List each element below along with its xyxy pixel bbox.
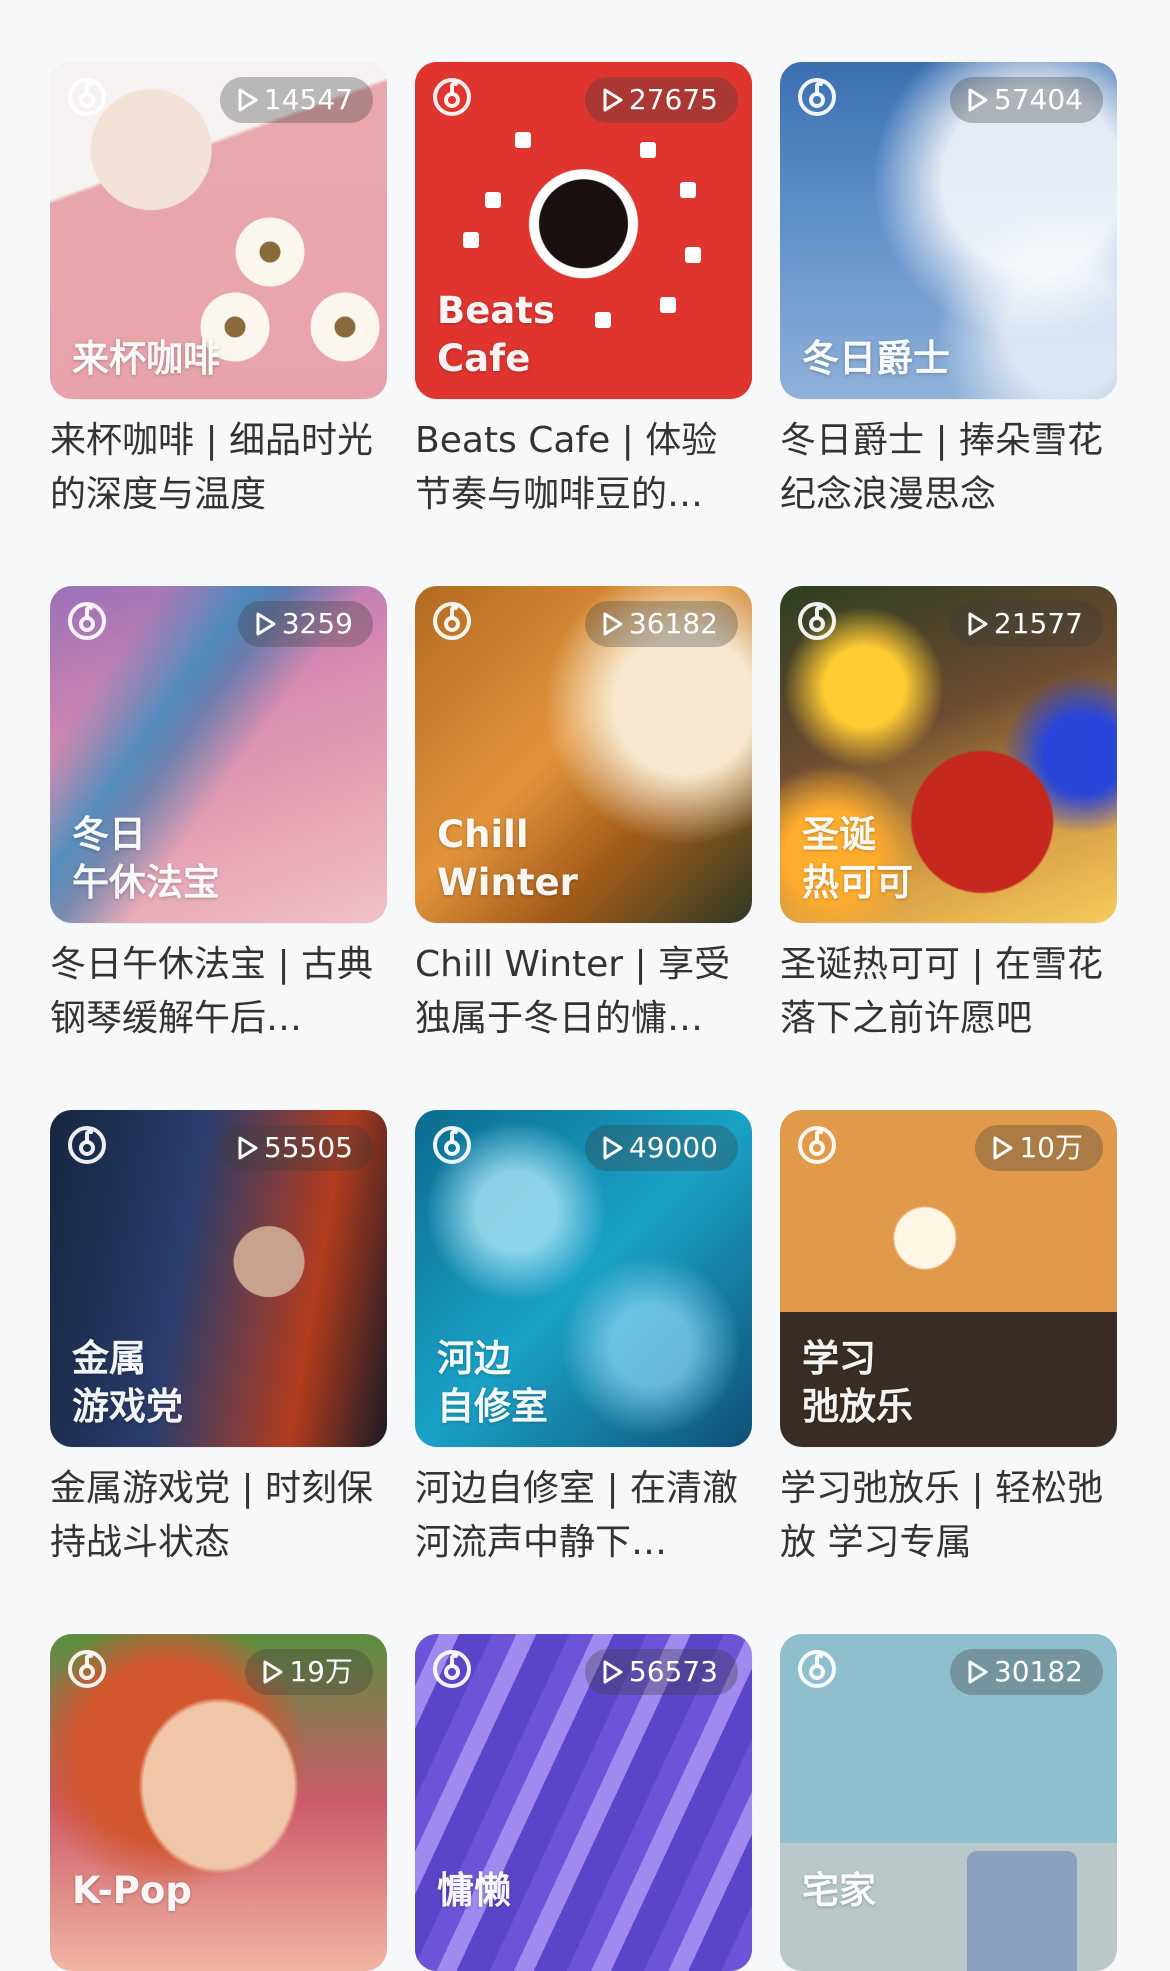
play-icon — [238, 1136, 258, 1160]
play-icon — [993, 1136, 1013, 1160]
netease-cloud-music-icon — [68, 1650, 106, 1688]
playlist-cover[interactable]: 57404 冬日爵士 — [780, 62, 1117, 399]
playlist-caption[interactable]: 圣诞热可可 | 在雪花落下之前许愿吧 — [780, 938, 1117, 1046]
play-icon — [968, 1660, 988, 1684]
netease-cloud-music-icon — [433, 602, 471, 640]
play-count: 10万 — [1019, 1131, 1083, 1164]
cover-title: Beats Cafe — [437, 289, 555, 380]
play-count: 21577 — [993, 607, 1083, 640]
netease-cloud-music-icon — [68, 1126, 106, 1164]
playlist-cover[interactable]: 19万 K-Pop — [50, 1634, 387, 1971]
cover-title: 冬日爵士 — [802, 337, 950, 380]
playlist-caption[interactable]: 冬日午休法宝 | 古典钢琴缓解午后… — [50, 938, 387, 1046]
playlist-cover[interactable]: 3259 冬日 午休法宝 — [50, 586, 387, 923]
netease-cloud-music-icon — [433, 78, 471, 116]
play-icon — [238, 88, 258, 112]
playlist-grid: 14547 来杯咖啡 来杯咖啡 | 细品时光的深度与温度 27675 Beats… — [0, 0, 1170, 1971]
playlist-card[interactable]: 14547 来杯咖啡 来杯咖啡 | 细品时光的深度与温度 — [50, 62, 387, 522]
play-count-badge: 57404 — [949, 77, 1103, 123]
playlist-cover[interactable]: 36182 Chill Winter — [415, 586, 752, 923]
play-count-badge: 36182 — [584, 601, 738, 647]
cover-title: 圣诞 热可可 — [802, 813, 913, 904]
play-count-badge: 49000 — [584, 1125, 738, 1171]
play-count-badge: 19万 — [245, 1649, 373, 1695]
cover-title: 冬日 午休法宝 — [72, 813, 220, 904]
play-count-badge: 10万 — [975, 1125, 1103, 1171]
cover-title: 河边 自修室 — [437, 1337, 548, 1428]
playlist-card[interactable]: 49000 河边 自修室 河边自修室 | 在清澈河流声中静下… — [415, 1110, 752, 1570]
playlist-card[interactable]: 30182 宅家 — [780, 1634, 1117, 1971]
playlist-card[interactable]: 56573 慵懒 — [415, 1634, 752, 1971]
play-count-badge: 55505 — [219, 1125, 373, 1171]
cover-title: 学习 弛放乐 — [802, 1337, 913, 1428]
cover-title: 慵懒 — [437, 1869, 511, 1912]
play-count: 36182 — [628, 607, 718, 640]
play-icon — [603, 1136, 623, 1160]
netease-cloud-music-icon — [433, 1126, 471, 1164]
playlist-caption[interactable]: 来杯咖啡 | 细品时光的深度与温度 — [50, 414, 387, 522]
playlist-card[interactable]: 10万 学习 弛放乐 学习弛放乐 | 轻松弛放 学习专属 — [780, 1110, 1117, 1570]
play-icon — [256, 612, 276, 636]
playlist-cover[interactable]: 30182 宅家 — [780, 1634, 1117, 1971]
play-count-badge: 21577 — [949, 601, 1103, 647]
play-count-badge: 3259 — [237, 601, 373, 647]
playlist-cover[interactable]: 21577 圣诞 热可可 — [780, 586, 1117, 923]
playlist-cover[interactable]: 14547 来杯咖啡 — [50, 62, 387, 399]
playlist-card[interactable]: 36182 Chill Winter Chill Winter | 享受独属于冬… — [415, 586, 752, 1046]
playlist-card[interactable]: 27675 Beats Cafe Beats Cafe | 体验节奏与咖啡豆的… — [415, 62, 752, 522]
play-count: 57404 — [993, 83, 1083, 116]
playlist-card[interactable]: 55505 金属 游戏党 金属游戏党 | 时刻保持战斗状态 — [50, 1110, 387, 1570]
cover-title: 金属 游戏党 — [72, 1337, 183, 1428]
netease-cloud-music-icon — [798, 78, 836, 116]
netease-cloud-music-icon — [68, 78, 106, 116]
playlist-cover[interactable]: 55505 金属 游戏党 — [50, 1110, 387, 1447]
playlist-caption[interactable]: 学习弛放乐 | 轻松弛放 学习专属 — [780, 1462, 1117, 1570]
netease-cloud-music-icon — [433, 1650, 471, 1688]
playlist-caption[interactable]: Beats Cafe | 体验节奏与咖啡豆的… — [415, 414, 752, 522]
playlist-card[interactable]: 21577 圣诞 热可可 圣诞热可可 | 在雪花落下之前许愿吧 — [780, 586, 1117, 1046]
playlist-cover[interactable]: 49000 河边 自修室 — [415, 1110, 752, 1447]
play-count: 19万 — [289, 1655, 353, 1688]
play-count-badge: 56573 — [584, 1649, 738, 1695]
playlist-caption[interactable]: 金属游戏党 | 时刻保持战斗状态 — [50, 1462, 387, 1570]
playlist-caption[interactable]: 冬日爵士 | 捧朵雪花纪念浪漫思念 — [780, 414, 1117, 522]
play-count-badge: 27675 — [584, 77, 738, 123]
playlist-caption[interactable]: 河边自修室 | 在清澈河流声中静下… — [415, 1462, 752, 1570]
netease-cloud-music-icon — [798, 602, 836, 640]
play-count-badge: 30182 — [949, 1649, 1103, 1695]
playlist-card[interactable]: 19万 K-Pop — [50, 1634, 387, 1971]
play-count: 56573 — [628, 1655, 718, 1688]
play-icon — [263, 1660, 283, 1684]
play-count: 3259 — [281, 607, 353, 640]
cover-title: K-Pop — [72, 1869, 192, 1912]
play-count-badge: 14547 — [219, 77, 373, 123]
play-icon — [603, 88, 623, 112]
play-count: 49000 — [628, 1131, 718, 1164]
play-count: 27675 — [628, 83, 718, 116]
play-icon — [968, 612, 988, 636]
netease-cloud-music-icon — [68, 602, 106, 640]
play-icon — [603, 1660, 623, 1684]
cover-title: 宅家 — [802, 1869, 876, 1912]
playlist-cover[interactable]: 10万 学习 弛放乐 — [780, 1110, 1117, 1447]
play-count: 14547 — [263, 83, 353, 116]
play-count: 55505 — [263, 1131, 353, 1164]
playlist-cover[interactable]: 56573 慵懒 — [415, 1634, 752, 1971]
playlist-caption[interactable]: Chill Winter | 享受独属于冬日的慵… — [415, 938, 752, 1046]
playlist-cover[interactable]: 27675 Beats Cafe — [415, 62, 752, 399]
cover-title: 来杯咖啡 — [72, 337, 220, 380]
play-count: 30182 — [993, 1655, 1083, 1688]
netease-cloud-music-icon — [798, 1650, 836, 1688]
play-icon — [968, 88, 988, 112]
playlist-card[interactable]: 3259 冬日 午休法宝 冬日午休法宝 | 古典钢琴缓解午后… — [50, 586, 387, 1046]
playlist-card[interactable]: 57404 冬日爵士 冬日爵士 | 捧朵雪花纪念浪漫思念 — [780, 62, 1117, 522]
cover-title: Chill Winter — [437, 813, 578, 904]
play-icon — [603, 612, 623, 636]
netease-cloud-music-icon — [798, 1126, 836, 1164]
